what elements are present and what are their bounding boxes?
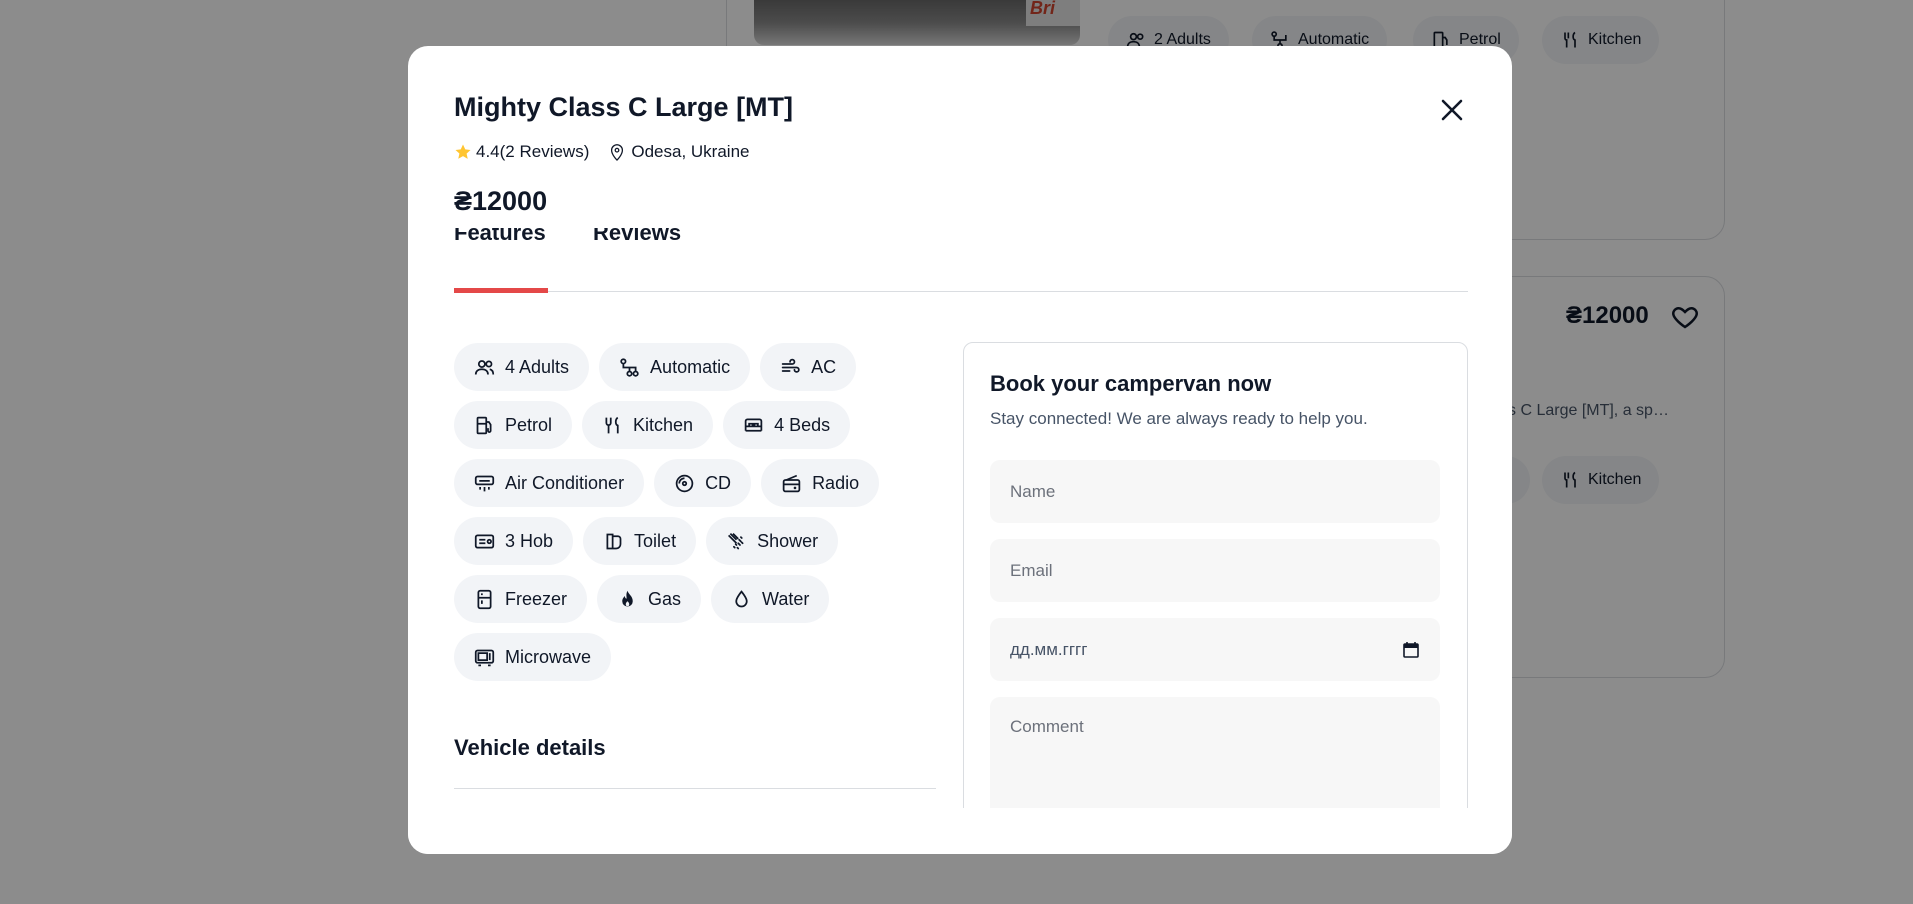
- water-icon: [735, 589, 748, 607]
- feature-label: 4 Beds: [774, 414, 831, 435]
- hob-icon: [474, 534, 495, 548]
- air-conditioner-icon: [474, 475, 495, 491]
- rating-reviews-link[interactable]: 4.4(2 Reviews): [476, 142, 589, 162]
- date-placeholder: дд.мм.гггг: [1010, 639, 1088, 659]
- close-icon[interactable]: [1436, 94, 1468, 126]
- gas-icon: [622, 590, 633, 606]
- feature-label: Radio: [812, 472, 860, 493]
- feature-chip-adults: 4 Adults: [454, 343, 590, 391]
- cd-icon: [675, 474, 694, 492]
- feature-label: Microwave: [505, 646, 592, 667]
- feature-chip-water: Water: [711, 575, 830, 623]
- feature-label: Air Conditioner: [505, 472, 625, 493]
- feature-chip-shower: Shower: [706, 517, 839, 565]
- feature-label: Automatic: [650, 356, 731, 377]
- star-icon: [455, 144, 471, 159]
- bed-icon: [744, 418, 763, 432]
- comment-field[interactable]: [990, 697, 1440, 817]
- camper-price: ₴12000: [454, 186, 548, 216]
- freezer-icon: [477, 589, 492, 609]
- feature-label: Petrol: [505, 414, 553, 435]
- tabs: Features Reviews: [454, 228, 1468, 294]
- ac-icon: [781, 358, 800, 373]
- toilet-icon: [606, 533, 622, 549]
- booking-form-subtitle: Stay connected! We are always ready to h…: [990, 409, 1368, 428]
- feature-chip-gas: Gas: [597, 575, 702, 623]
- microwave-icon: [474, 649, 495, 666]
- feature-chip-toilet: Toilet: [583, 517, 697, 565]
- feature-chip-cd: CD: [654, 459, 752, 507]
- radio-icon: [782, 474, 801, 492]
- calendar-icon[interactable]: [1402, 641, 1420, 659]
- feature-label: 4 Adults: [505, 356, 570, 377]
- feature-chip-kitchen: Kitchen: [582, 401, 714, 449]
- booking-form-title: Book your campervan now: [990, 371, 1272, 396]
- shower-icon: [728, 532, 744, 549]
- tab-features[interactable]: Features: [454, 228, 546, 246]
- camper-title: Mighty Class C Large [MT]: [454, 92, 794, 122]
- location-pin-icon: [611, 144, 624, 161]
- feature-label: Freezer: [505, 588, 568, 609]
- feature-label: Toilet: [634, 530, 677, 551]
- feature-label: AC: [811, 356, 837, 377]
- feature-chip-automatic: Automatic: [599, 343, 751, 391]
- feature-chip-beds: 4 Beds: [723, 401, 851, 449]
- location-text: Odesa, Ukraine: [631, 142, 750, 161]
- tab-reviews[interactable]: Reviews: [593, 228, 681, 246]
- feature-chip-microwave: Microwave: [454, 633, 612, 681]
- feature-chip-hob: 3 Hob: [454, 517, 574, 565]
- camper-meta: 4.4(2 Reviews) Odesa, Ukraine: [454, 142, 750, 162]
- adults-icon: [474, 359, 495, 375]
- feature-chip-petrol: Petrol: [454, 401, 573, 449]
- feature-chip-air-conditioner: Air Conditioner: [454, 459, 645, 507]
- booking-date-field[interactable]: дд.мм.гггг: [990, 618, 1440, 681]
- fuel-icon: [476, 416, 492, 434]
- tabs-divider: [454, 291, 1468, 292]
- feature-chip-radio: Radio: [761, 459, 880, 507]
- transmission-icon: [620, 357, 639, 377]
- vehicle-details-title: Vehicle details: [454, 735, 606, 760]
- name-field[interactable]: [990, 460, 1440, 523]
- feature-label: Shower: [757, 530, 819, 551]
- feature-label: Kitchen: [633, 414, 694, 435]
- feature-label: CD: [705, 472, 732, 493]
- feature-chip-ac: AC: [760, 343, 857, 391]
- modal-bottom-padding: [408, 808, 1512, 854]
- active-tab-indicator: [454, 288, 548, 293]
- kitchen-icon: [605, 416, 619, 433]
- email-field[interactable]: [990, 539, 1440, 602]
- features-list: 4 Adults Automatic AC Petrol Kitchen 4 B…: [454, 343, 934, 691]
- feature-label: Water: [762, 588, 810, 609]
- vehicle-details-divider: [454, 788, 936, 789]
- feature-label: Gas: [648, 588, 682, 609]
- feature-chip-freezer: Freezer: [454, 575, 588, 623]
- feature-label: 3 Hob: [505, 530, 554, 551]
